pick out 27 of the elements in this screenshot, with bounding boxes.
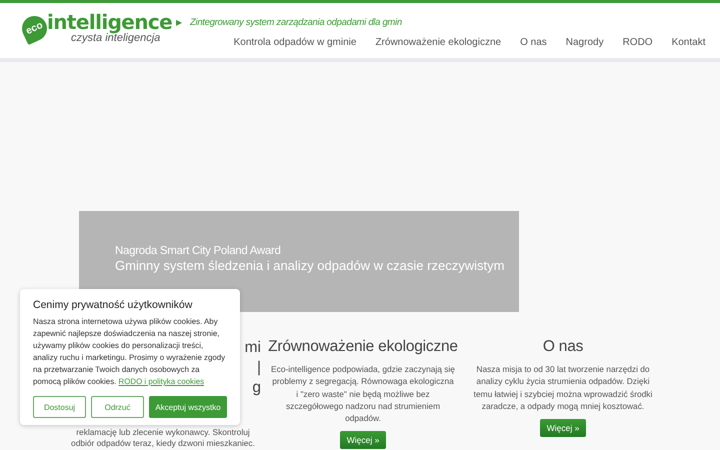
cookie-button[interactable]: Odrzuć — [91, 396, 144, 418]
column-text: odbiór odpadów teraz, kiedy dzwoni mieszkaniec. — [71, 438, 255, 449]
column-heading: Zrównoważenie ekologiczne — [268, 338, 458, 356]
nav-link[interactable]: RODO — [613, 37, 662, 48]
more-button[interactable]: Więcej » — [340, 431, 386, 450]
cookie-button[interactable]: Dostosuj — [33, 396, 86, 418]
accept-button[interactable]: Akceptuj wszystko — [149, 396, 227, 418]
arrow-icon: ▸ — [176, 15, 182, 29]
nav-link[interactable]: Kontrola odpadów w gminie — [224, 37, 366, 48]
hero-kicker: Nagroda Smart City Poland Award — [115, 245, 282, 257]
popup-title: Cenimy prywatność użytkowników — [33, 299, 194, 311]
column-text: reklamację lub zlecenie wykonawcy. Skontroluj — [75, 427, 251, 438]
column-heading: O nas — [542, 338, 584, 356]
tagline: Zintegrowany system zarządzania odpadami dla gmin — [190, 17, 403, 28]
nav-link[interactable]: Kontakt — [662, 37, 715, 48]
more-button[interactable]: Więcej » — [540, 419, 586, 438]
nav-link[interactable]: Nagrody — [556, 37, 614, 48]
column-text: Nasza misja to od 30 lat tworzenie narzędzi do analizy cyklu życia strumienia odpadów. Dzięki temu łatwiej i szybciej można wprowadzić środki zaradcze, a odpady mogą mniej kosztować. — [472, 363, 654, 412]
column-text: Eco-intelligence podpowiada, gdzie zaczynają się problemy z segregacją. Równowaga ekologiczna i "zero waste" nie będą możliwe bez szczegółowego nadzoru nad strumieniem odpadów. — [270, 363, 456, 424]
column-heading: | — [256, 358, 261, 378]
column-heading: mi — [244, 338, 261, 358]
nav-link[interactable]: O nas — [510, 37, 556, 48]
hero-headline: Gminny system śledzenia i analizy odpadów w czasie rzeczywistym — [115, 258, 506, 273]
nav-link[interactable]: Zrównoważenie ekologiczne — [366, 37, 511, 48]
logo-subtitle: czysta inteligencja — [71, 32, 160, 44]
logo[interactable]: eco intelligence ▸ czysta inteligencja — [0, 3, 190, 58]
column-heading: g — [252, 378, 261, 398]
